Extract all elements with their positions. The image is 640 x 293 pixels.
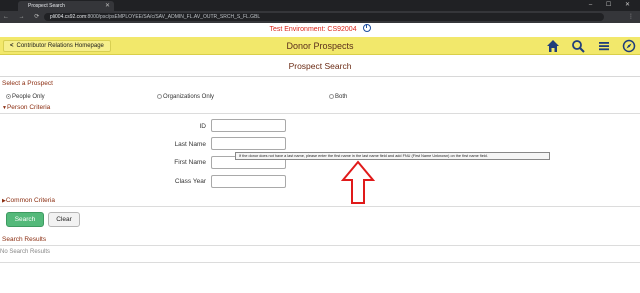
browser-menu-icon[interactable]: ⋮: [628, 11, 634, 23]
last-name-label: Last Name: [174, 141, 206, 148]
section-divider: [0, 113, 640, 114]
id-label: ID: [199, 123, 207, 130]
radio-people-only[interactable]: People Only: [6, 94, 45, 100]
select-prospect-label: Select a Prospect: [2, 80, 53, 87]
window-controls[interactable]: – ☐ ✕: [589, 0, 636, 11]
url-host: pli004.cs92.com: [50, 14, 87, 20]
url-field[interactable]: pli004.cs92.com:8000/psc/psEMPLOYEE/SA/c…: [44, 13, 604, 21]
search-icon[interactable]: [571, 39, 585, 53]
header-actions: [539, 39, 636, 53]
no-results-text: No Search Results: [0, 249, 51, 255]
radio-organizations-only[interactable]: Organizations Only: [157, 94, 214, 100]
results-divider: [0, 245, 640, 246]
common-criteria-toggle[interactable]: ▶Common Criteria: [2, 197, 55, 204]
class-year-input[interactable]: [211, 175, 286, 188]
browser-nav-icons[interactable]: ← → ⟳: [3, 11, 43, 23]
menu-icon[interactable]: [597, 39, 611, 53]
browser-tab-bar: Prospect Search ✕ – ☐ ✕: [0, 0, 640, 11]
class-year-label: Class Year: [174, 178, 206, 185]
back-link-label: Contributor Relations Homepage: [16, 43, 104, 49]
browser-tab[interactable]: Prospect Search ✕: [18, 1, 114, 11]
chevron-left-icon: <: [10, 43, 14, 49]
last-name-input[interactable]: [211, 137, 286, 150]
search-results-label: Search Results: [2, 236, 47, 243]
power-icon[interactable]: [362, 24, 371, 32]
radio-label: People Only: [12, 94, 45, 100]
id-input[interactable]: [211, 119, 286, 132]
person-criteria-label: Person Criteria: [6, 104, 51, 111]
address-bar: ← → ⟳ pli004.cs92.com:8000/psc/psEMPLOYE…: [0, 11, 640, 23]
radio-label: Organizations Only: [163, 94, 215, 100]
person-criteria-toggle[interactable]: ▼Person Criteria: [2, 104, 50, 111]
section-divider: [0, 206, 640, 207]
url-path: :8000/psc/psEMPLOYEE/SA/c/SAV_ADMIN_FL.A…: [86, 14, 261, 20]
common-criteria-label: Common Criteria: [5, 197, 55, 204]
tab-title: Prospect Search: [28, 3, 65, 9]
navbar-icon[interactable]: [622, 39, 636, 53]
home-icon[interactable]: [546, 39, 560, 53]
arrow-up-icon: [340, 160, 376, 204]
tab-close-icon[interactable]: ✕: [105, 1, 110, 11]
last-name-tooltip: If the donor does not have a last name, …: [235, 152, 550, 160]
clear-button[interactable]: Clear: [48, 212, 80, 227]
radio-icon: [157, 94, 162, 99]
radio-label: Both: [335, 94, 348, 100]
environment-banner: Test Environment: CS92004: [0, 23, 640, 37]
app-header: < Contributor Relations Homepage Donor Pr…: [0, 37, 640, 55]
radio-both[interactable]: Both: [329, 94, 347, 100]
back-to-homepage-button[interactable]: < Contributor Relations Homepage: [3, 40, 111, 52]
radio-icon: [329, 94, 334, 99]
page-title: Prospect Search: [0, 56, 640, 77]
environment-text: Test Environment: CS92004: [269, 26, 357, 33]
results-bottom-divider: [0, 262, 640, 263]
first-name-label: First Name: [174, 159, 206, 166]
search-button[interactable]: Search: [6, 212, 44, 227]
radio-icon: [6, 94, 11, 99]
